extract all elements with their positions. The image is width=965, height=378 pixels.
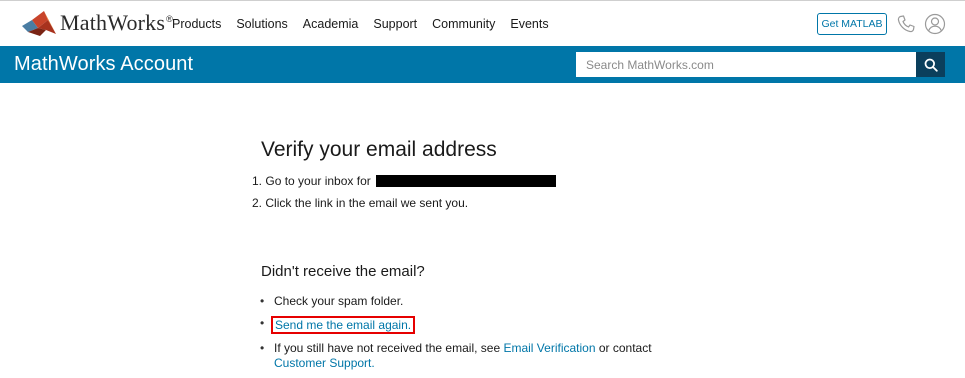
step-number: 1. [252, 174, 263, 188]
list-item: Send me the email again. [260, 316, 730, 334]
membrane-logo-icon [22, 11, 56, 36]
verification-steps: 1. Go to your inbox for 2. Click the lin… [252, 173, 557, 217]
nav-products[interactable]: Products [172, 17, 221, 31]
account-bar: MathWorks Account [0, 46, 965, 83]
email-verification-link[interactable]: Email Verification [503, 341, 595, 355]
phone-icon[interactable] [896, 14, 916, 34]
nav-community[interactable]: Community [432, 17, 495, 31]
account-title[interactable]: MathWorks Account [14, 53, 193, 76]
list-item: Check your spam folder. [260, 294, 730, 309]
spam-tip-text: Check your spam folder. [274, 294, 404, 308]
search-button[interactable] [916, 52, 945, 77]
customer-support-link[interactable]: Customer Support [274, 356, 371, 370]
redacted-email [376, 174, 557, 187]
nav-events[interactable]: Events [510, 17, 548, 31]
list-item: If you still have not received the email… [260, 341, 730, 371]
search-input[interactable] [576, 52, 916, 77]
section-heading: Didn't receive the email? [261, 263, 425, 280]
resend-email-link[interactable]: Send me the email again. [275, 318, 411, 332]
nav-academia[interactable]: Academia [303, 17, 359, 31]
period-text: . [371, 356, 375, 370]
step-text: Go to your inbox for [265, 174, 371, 188]
step-number: 2. [252, 196, 263, 210]
top-navigation: MathWorks® Products Solutions Academia S… [0, 0, 965, 46]
mathworks-logo[interactable]: MathWorks® [22, 9, 173, 37]
search-icon [924, 58, 938, 72]
step-text: Click the link in the email we sent you. [265, 196, 469, 210]
user-icon[interactable] [924, 13, 946, 35]
get-matlab-button[interactable]: Get MATLAB [817, 13, 887, 35]
still-not-received-text: If you still have not received the email… [274, 341, 501, 355]
step-item: 1. Go to your inbox for [252, 173, 557, 195]
nav-solutions[interactable]: Solutions [236, 17, 287, 31]
main-menu: Products Solutions Academia Support Comm… [172, 17, 564, 31]
nav-support[interactable]: Support [373, 17, 417, 31]
or-contact-text: or contact [598, 341, 652, 355]
brand-name: MathWorks® [60, 10, 173, 35]
resend-highlight: Send me the email again. [271, 316, 416, 334]
help-list: Check your spam folder. Send me the emai… [260, 294, 730, 378]
page-title: Verify your email address [261, 138, 497, 161]
step-item: 2. Click the link in the email we sent y… [252, 195, 556, 217]
